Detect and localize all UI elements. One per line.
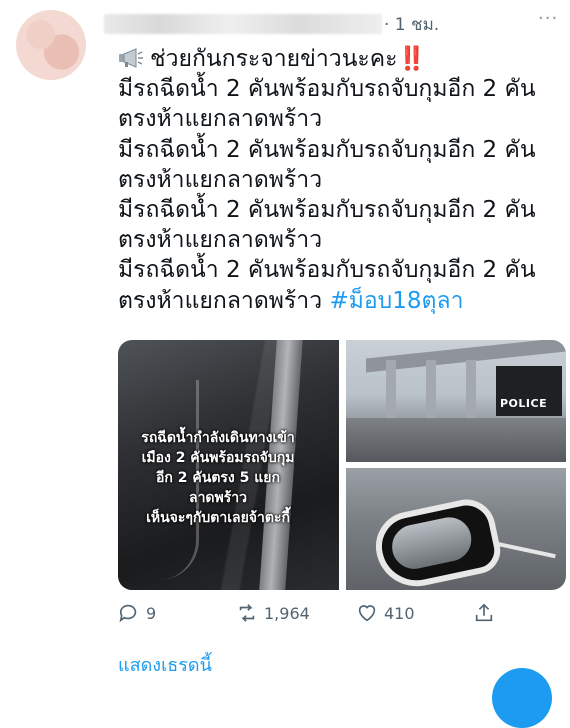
author-name-blurred[interactable] [104, 14, 382, 34]
tweet-line: ตรงห้าแยกลาดพร้าว [118, 227, 323, 254]
tweet-actions: 9 1,964 410 [118, 602, 558, 630]
double-exclamation-icon: ‼️ [397, 46, 427, 72]
retweet-count: 1,964 [264, 603, 310, 623]
mirror-reflection [387, 513, 476, 573]
megaphone-icon [119, 48, 143, 68]
like-count: 410 [384, 603, 415, 623]
tweet-line: ตรงห้าแยกลาดพร้าว [118, 166, 323, 193]
media-photo-police-truck[interactable]: POLICE [346, 340, 566, 462]
media-photo-car-interior[interactable]: รถฉีดน้ำกำลังเดินทางเข้า เมือง 2 คันพร้อ… [118, 340, 339, 590]
reply-count: 9 [146, 603, 157, 623]
retweet-button[interactable]: 1,964 [236, 602, 310, 624]
tweet-line: มีรถฉีดน้ำ 2 คันพร้อมกับรถจับกุมอีก 2 คั… [118, 257, 536, 284]
retweet-icon [239, 604, 255, 622]
side-mirror [369, 494, 505, 590]
overlay-line: เมือง 2 คันพร้อมรถจับกุม [141, 450, 295, 466]
compose-tweet-button[interactable] [492, 668, 552, 728]
overlay-line: ลาดพร้าว [188, 490, 247, 506]
tweet-line: มีรถฉีดน้ำ 2 คันพร้อมกับรถจับกุมอีก 2 คั… [118, 136, 536, 163]
share-icon [475, 603, 493, 622]
tweet-line: ช่วยกันกระจายข่าวนะคะ‼️ [118, 44, 558, 74]
like-button[interactable]: 410 [356, 602, 415, 624]
overpass-column [426, 360, 436, 420]
tweet-line: ตรงห้าแยกลาดพร้าว [118, 106, 323, 133]
hashtag-link[interactable]: #ม็อบ18ตุลา [329, 288, 463, 314]
media-grid: รถฉีดน้ำกำลังเดินทางเข้า เมือง 2 คันพร้อ… [118, 340, 566, 590]
tweet-line: ตรงห้าแยกลาดพร้าว #ม็อบ18ตุลา [118, 286, 558, 316]
overlay-line: เห็นจะๆกับตาเลยจ้าตะกี้ [146, 510, 290, 526]
more-icon[interactable]: ··· [538, 8, 558, 29]
tweet-text: ช่วยกันกระจายข่าวนะคะ‼️ มีรถฉีดน้ำ 2 คัน… [118, 44, 558, 316]
lane-marking [496, 541, 556, 559]
overlay-line: รถฉีดน้ำกำลังเดินทางเข้า [141, 430, 295, 446]
share-button[interactable] [473, 602, 495, 624]
road [346, 418, 566, 462]
avatar[interactable] [16, 10, 86, 80]
tweet-line-text: ช่วยกันกระจายข่าวนะคะ [150, 46, 398, 72]
tweet-line: มีรถฉีดน้ำ 2 คันพร้อมกับรถจับกุมอีก 2 คั… [118, 197, 536, 224]
show-thread-link[interactable]: แสดงเธรดนี้ [118, 650, 212, 679]
photo-overlay-text: รถฉีดน้ำกำลังเดินทางเข้า เมือง 2 คันพร้อ… [118, 428, 318, 528]
like-icon [358, 605, 376, 622]
media-photo-side-mirror[interactable] [346, 468, 566, 590]
tweet-line-text: ตรงห้าแยกลาดพร้าว [118, 287, 323, 314]
reply-icon [119, 604, 137, 623]
tweet-line: มีรถฉีดน้ำ 2 คันพร้อมกับรถจับกุมอีก 2 คั… [118, 76, 536, 103]
overpass-column [386, 360, 396, 420]
police-label: POLICE [500, 397, 548, 410]
overpass-column [466, 360, 476, 420]
tweet-timestamp[interactable]: · 1 ชม. [384, 11, 439, 38]
overlay-line: อีก 2 คันตรง 5 แยก [156, 470, 280, 486]
reply-button[interactable]: 9 [118, 602, 156, 624]
